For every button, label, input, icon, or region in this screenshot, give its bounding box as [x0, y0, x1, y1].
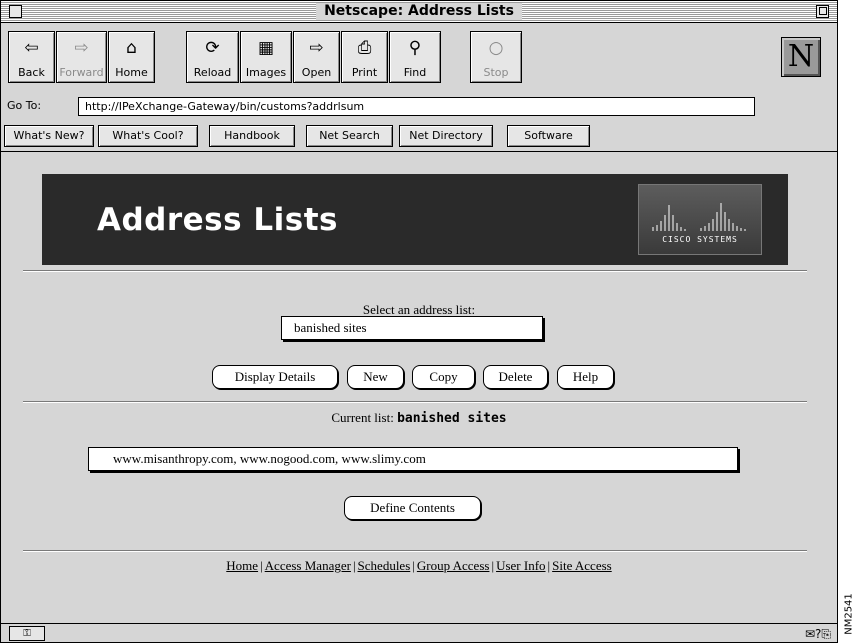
- net-search-button[interactable]: Net Search: [306, 125, 393, 147]
- url-field[interactable]: http://IPeXchange-Gateway/bin/customs?ad…: [78, 97, 755, 116]
- home-icon: ⌂: [126, 38, 137, 58]
- find-icon: ⚲: [408, 38, 422, 58]
- figure-id-text: NM2541: [843, 593, 855, 635]
- banner-title: Address Lists: [97, 202, 338, 238]
- divider: [23, 270, 807, 272]
- footer-separator: |: [352, 558, 356, 573]
- footer-link-schedules[interactable]: Schedules: [358, 558, 411, 573]
- divider: [23, 550, 807, 552]
- printer-icon: ⎙: [357, 38, 372, 58]
- browser-window: Netscape: Address Lists ⇦ Back ⇨ Forward…: [0, 0, 838, 643]
- zoom-box[interactable]: [816, 5, 829, 18]
- footer-link-site-access[interactable]: Site Access: [552, 558, 612, 573]
- goto-label: Go To:: [7, 99, 42, 112]
- forward-button[interactable]: ⇨ Forward: [56, 31, 107, 83]
- images-button[interactable]: ▦ Images: [240, 31, 292, 83]
- display-details-button[interactable]: Display Details: [212, 365, 338, 389]
- current-list-line: Current list: banished sites: [1, 410, 837, 426]
- footer-link-group-access[interactable]: Group Access: [417, 558, 490, 573]
- current-list-prefix: Current list:: [331, 410, 394, 425]
- images-label: Images: [245, 66, 287, 79]
- current-list-name: banished sites: [397, 411, 507, 426]
- footer-nav: Home | Access Manager | Schedules | Group Acce…: [1, 558, 837, 574]
- window-title: Netscape: Address Lists: [316, 3, 522, 20]
- footer-link-user-info[interactable]: User Info: [496, 558, 545, 573]
- footer-link-access-manager[interactable]: Access Manager: [265, 558, 351, 573]
- find-button[interactable]: ⚲ Find: [389, 31, 441, 83]
- page-banner: Address Lists CISCO SYSTEMS: [42, 174, 788, 265]
- forward-arrow-icon: ⇨: [74, 38, 89, 58]
- stop-label: Stop: [483, 66, 509, 79]
- software-button[interactable]: Software: [507, 125, 590, 147]
- whats-new-button[interactable]: What's New?: [4, 125, 94, 147]
- broken-key-icon[interactable]: ⚿: [9, 626, 45, 641]
- stop-icon: ○: [488, 38, 504, 58]
- delete-button[interactable]: Delete: [483, 365, 548, 389]
- footer-link-home[interactable]: Home: [226, 558, 258, 573]
- title-bar[interactable]: Netscape: Address Lists: [1, 1, 837, 23]
- address-list-select[interactable]: banished sites: [281, 316, 543, 340]
- page-content: Address Lists CISCO SYSTEMS Select an ad…: [1, 153, 837, 623]
- figure-id-label: NM2541: [842, 585, 856, 643]
- print-label: Print: [351, 66, 378, 79]
- footer-separator: |: [412, 558, 415, 573]
- define-contents-button[interactable]: Define Contents: [344, 496, 481, 520]
- reload-icon: ⟳: [205, 38, 220, 58]
- print-button[interactable]: ⎙ Print: [341, 31, 388, 83]
- list-contents-field[interactable]: www.misanthropy.com, www.nogood.com, www…: [88, 447, 738, 471]
- stop-button[interactable]: ○ Stop: [470, 31, 522, 83]
- open-label: Open: [301, 66, 332, 79]
- open-icon: ⇨: [309, 38, 324, 58]
- home-button[interactable]: ⌂ Home: [108, 31, 155, 83]
- back-label: Back: [18, 66, 45, 79]
- status-bar: ⚿ ✉?⎘: [1, 623, 837, 642]
- cisco-bridge-icon: [652, 203, 746, 231]
- whats-cool-button[interactable]: What's Cool?: [98, 125, 198, 147]
- handbook-button[interactable]: Handbook: [209, 125, 295, 147]
- help-button[interactable]: Help: [557, 365, 614, 389]
- find-label: Find: [403, 66, 427, 79]
- footer-separator: |: [260, 558, 263, 573]
- directory-buttons: What's New? What's Cool? Handbook Net Se…: [1, 122, 837, 152]
- images-icon: ▦: [257, 38, 275, 58]
- status-icons[interactable]: ✉?⎘: [805, 626, 831, 642]
- open-button[interactable]: ⇨ Open: [293, 31, 340, 83]
- back-button[interactable]: ⇦ Back: [8, 31, 55, 83]
- close-box[interactable]: [9, 5, 22, 18]
- new-button[interactable]: New: [347, 365, 404, 389]
- divider: [23, 401, 807, 403]
- reload-label: Reload: [193, 66, 232, 79]
- back-arrow-icon: ⇦: [24, 38, 39, 58]
- navigation-toolbar: ⇦ Back ⇨ Forward ⌂ Home ⟳ Reload ▦ Image…: [1, 24, 837, 94]
- net-directory-button[interactable]: Net Directory: [399, 125, 493, 147]
- reload-button[interactable]: ⟳ Reload: [186, 31, 239, 83]
- forward-label: Forward: [59, 66, 104, 79]
- copy-button[interactable]: Copy: [412, 365, 475, 389]
- cisco-logo: CISCO SYSTEMS: [638, 184, 762, 255]
- cisco-logo-text: CISCO SYSTEMS: [662, 235, 738, 244]
- netscape-logo[interactable]: N: [781, 37, 821, 77]
- action-buttons: Display Details New Copy Delete Help: [1, 365, 837, 391]
- location-bar: Go To: http://IPeXchange-Gateway/bin/cus…: [1, 95, 837, 119]
- home-label: Home: [115, 66, 148, 79]
